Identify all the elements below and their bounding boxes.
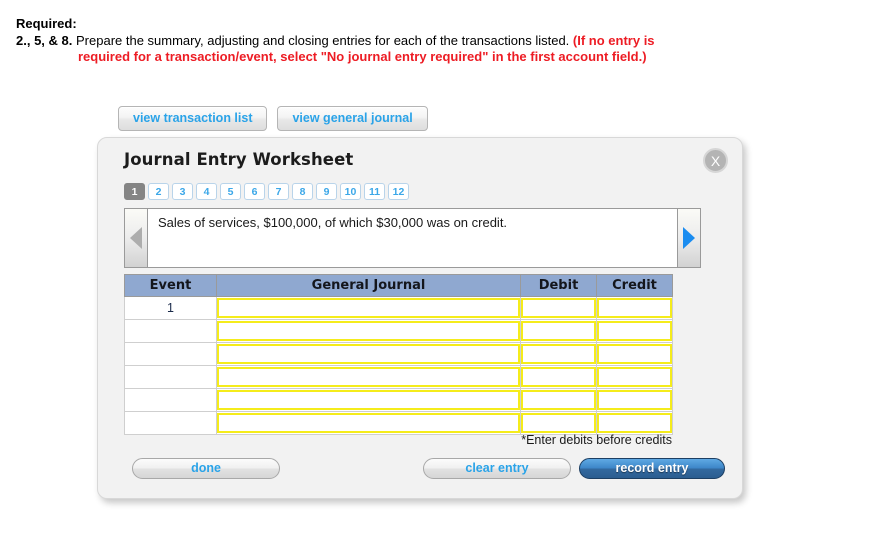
view-general-journal-button[interactable]: view general journal bbox=[277, 106, 428, 131]
transaction-description-text: Sales of services, $100,000, of which $3… bbox=[158, 215, 508, 230]
debit-cell bbox=[520, 296, 597, 320]
general-journal-cell bbox=[216, 388, 521, 412]
entry-tab-11[interactable]: 11 bbox=[364, 183, 385, 200]
previous-transaction-arrow[interactable] bbox=[125, 209, 148, 267]
general-journal-cell bbox=[216, 411, 521, 435]
credit-cell bbox=[596, 296, 673, 320]
transaction-description-strip: Sales of services, $100,000, of which $3… bbox=[124, 208, 701, 268]
done-button[interactable]: done bbox=[132, 458, 280, 479]
entry-tab-6[interactable]: 6 bbox=[244, 183, 265, 200]
triangle-right-icon bbox=[683, 227, 695, 249]
entry-tab-4[interactable]: 4 bbox=[196, 183, 217, 200]
credit-input-1[interactable] bbox=[597, 298, 672, 318]
entry-tab-7[interactable]: 7 bbox=[268, 183, 289, 200]
table-row bbox=[124, 411, 673, 435]
debit-cell bbox=[520, 365, 597, 389]
instructions-block: Required: 2., 5, & 8. Prepare the summar… bbox=[16, 16, 656, 65]
event-cell bbox=[124, 411, 217, 435]
journal-entry-worksheet-panel: Journal Entry Worksheet X 1 2 3 4 5 6 7 … bbox=[97, 137, 743, 499]
table-header-row: Event General Journal Debit Credit bbox=[124, 274, 673, 297]
table-row bbox=[124, 365, 673, 389]
debit-cell bbox=[520, 342, 597, 366]
record-entry-button[interactable]: record entry bbox=[579, 458, 725, 479]
entry-tab-8[interactable]: 8 bbox=[292, 183, 313, 200]
next-transaction-arrow[interactable] bbox=[677, 209, 700, 267]
table-row bbox=[124, 388, 673, 412]
column-header-debit: Debit bbox=[520, 274, 597, 297]
debit-cell bbox=[520, 388, 597, 412]
table-row: 1 bbox=[124, 296, 673, 320]
column-header-general-journal: General Journal bbox=[216, 274, 521, 297]
general-journal-input-4[interactable] bbox=[217, 367, 520, 387]
event-cell bbox=[124, 365, 217, 389]
column-header-credit: Credit bbox=[596, 274, 673, 297]
close-icon[interactable]: X bbox=[703, 148, 728, 173]
credit-input-6[interactable] bbox=[597, 413, 672, 433]
entry-tab-1[interactable]: 1 bbox=[124, 183, 145, 200]
credit-input-4[interactable] bbox=[597, 367, 672, 387]
debit-input-5[interactable] bbox=[521, 390, 596, 410]
journal-entry-table: Event General Journal Debit Credit 1 bbox=[124, 274, 673, 435]
required-label: Required: bbox=[16, 16, 77, 31]
general-journal-input-5[interactable] bbox=[217, 390, 520, 410]
general-journal-cell bbox=[216, 342, 521, 366]
credit-cell bbox=[596, 319, 673, 343]
footer-button-bar: done clear entry record entry bbox=[98, 458, 742, 482]
credit-input-2[interactable] bbox=[597, 321, 672, 341]
debit-input-2[interactable] bbox=[521, 321, 596, 341]
debit-input-3[interactable] bbox=[521, 344, 596, 364]
instructions-item-number: 2., 5, & 8. bbox=[16, 33, 73, 48]
debit-cell bbox=[520, 319, 597, 343]
general-journal-cell bbox=[216, 365, 521, 389]
entry-tab-9[interactable]: 9 bbox=[316, 183, 337, 200]
credit-cell bbox=[596, 342, 673, 366]
general-journal-cell bbox=[216, 319, 521, 343]
entry-tabs: 1 2 3 4 5 6 7 8 9 10 11 12 bbox=[124, 183, 409, 200]
entry-tab-12[interactable]: 12 bbox=[388, 183, 409, 200]
page-title: Journal Entry Worksheet bbox=[124, 150, 354, 169]
entry-tab-10[interactable]: 10 bbox=[340, 183, 361, 200]
credit-cell bbox=[596, 388, 673, 412]
debit-input-4[interactable] bbox=[521, 367, 596, 387]
credit-input-5[interactable] bbox=[597, 390, 672, 410]
general-journal-input-3[interactable] bbox=[217, 344, 520, 364]
event-cell bbox=[124, 388, 217, 412]
view-buttons-group: view transaction list view general journ… bbox=[118, 106, 428, 131]
credit-cell bbox=[596, 411, 673, 435]
entry-tab-3[interactable]: 3 bbox=[172, 183, 193, 200]
event-cell bbox=[124, 319, 217, 343]
view-transaction-list-button[interactable]: view transaction list bbox=[118, 106, 268, 131]
debit-input-6[interactable] bbox=[521, 413, 596, 433]
instructions-black-text: Prepare the summary, adjusting and closi… bbox=[76, 33, 570, 48]
table-row bbox=[124, 319, 673, 343]
general-journal-cell bbox=[216, 296, 521, 320]
triangle-left-icon bbox=[130, 227, 142, 249]
debit-cell bbox=[520, 411, 597, 435]
general-journal-input-1[interactable] bbox=[217, 298, 520, 318]
credit-input-3[interactable] bbox=[597, 344, 672, 364]
event-cell: 1 bbox=[124, 296, 217, 320]
general-journal-input-6[interactable] bbox=[217, 413, 520, 433]
general-journal-input-2[interactable] bbox=[217, 321, 520, 341]
event-cell bbox=[124, 342, 217, 366]
credit-cell bbox=[596, 365, 673, 389]
entry-tab-2[interactable]: 2 bbox=[148, 183, 169, 200]
column-header-event: Event bbox=[124, 274, 217, 297]
entry-tab-5[interactable]: 5 bbox=[220, 183, 241, 200]
enter-debits-before-credits-note: *Enter debits before credits bbox=[521, 433, 672, 447]
clear-entry-button[interactable]: clear entry bbox=[423, 458, 571, 479]
instructions-text: 2., 5, & 8. Prepare the summary, adjusti… bbox=[16, 33, 656, 65]
debit-input-1[interactable] bbox=[521, 298, 596, 318]
table-row bbox=[124, 342, 673, 366]
